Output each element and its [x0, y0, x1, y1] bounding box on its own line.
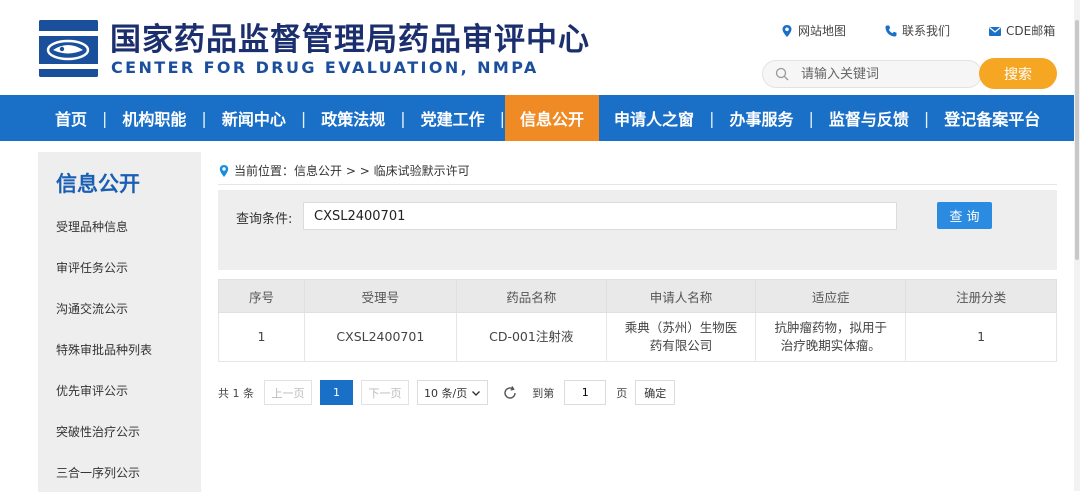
search-icon	[775, 67, 789, 81]
nav-item-registration[interactable]: 登记备案平台	[929, 95, 1055, 141]
sidebar-item-review-tasks[interactable]: 审评任务公示	[56, 259, 128, 276]
search-box	[762, 60, 982, 88]
query-button[interactable]: 查 询	[937, 202, 992, 229]
search-input[interactable]	[799, 64, 969, 84]
results-table: 序号 受理号 药品名称 申请人名称 适应症 注册分类 1 CXSL2400701…	[218, 279, 1057, 362]
sidebar-item-special-approval[interactable]: 特殊审批品种列表	[56, 341, 152, 358]
pagination: 共 1 条 上一页 1 下一页 10 条/页 到第 页 确定	[218, 380, 676, 405]
goto-page-input[interactable]	[564, 380, 607, 405]
cell-drug-name: CD-001注射液	[455, 312, 607, 362]
cell-indication: 抗肿瘤药物，拟用于治疗晚期实体瘤。	[755, 312, 907, 362]
total-count: 共 1 条	[218, 386, 254, 400]
table-header-row: 序号 受理号 药品名称 申请人名称 适应症 注册分类	[218, 279, 1057, 313]
refresh-icon[interactable]	[502, 385, 518, 401]
page-size-value: 10 条/页	[424, 386, 468, 400]
sidebar-title: 信息公开	[56, 172, 140, 196]
page-1-button[interactable]: 1	[320, 380, 353, 405]
cell-registration-class: 1	[905, 312, 1057, 362]
nav-item-party[interactable]: 党建工作	[406, 95, 500, 141]
sidebar-item-breakthrough[interactable]: 突破性治疗公示	[56, 423, 140, 440]
sitemap-label: 网站地图	[798, 24, 847, 38]
sidebar-item-three-in-one[interactable]: 三合一序列公示	[56, 464, 140, 481]
prev-page-button[interactable]: 上一页	[264, 380, 312, 405]
page-scrollbar[interactable]	[1074, 0, 1080, 491]
breadcrumb: 当前位置： 信息公开 > > 临床试验默示许可	[218, 162, 470, 179]
goto-confirm-button[interactable]: 确定	[635, 380, 676, 405]
col-header-applicant: 申请人名称	[605, 279, 757, 313]
phone-icon	[885, 25, 897, 36]
main-nav: 首页 | 机构职能 | 新闻中心 | 政策法规 | 党建工作 | 信息公开 申请…	[0, 95, 1080, 141]
scrollbar-thumb[interactable]	[1075, 20, 1079, 260]
nav-item-policy[interactable]: 政策法规	[306, 95, 400, 141]
page-size-select[interactable]: 10 条/页	[417, 380, 489, 405]
cell-acceptance-no: CXSL2400701	[303, 312, 457, 362]
mail-icon	[989, 26, 1002, 36]
site-subtitle: CENTER FOR DRUG EVALUATION, NMPA	[111, 58, 539, 77]
sidebar: 信息公开 受理品种信息 审评任务公示 沟通交流公示 特殊审批品种列表 优先审评公…	[38, 152, 201, 492]
breadcrumb-prefix: 当前位置：	[234, 164, 295, 178]
nav-item-news[interactable]: 新闻中心	[207, 95, 301, 141]
breadcrumb-path[interactable]: 信息公开 > > 临床试验默示许可	[294, 162, 470, 179]
site-title: 国家药品监督管理局药品审评中心	[110, 22, 590, 58]
cde-logo[interactable]	[39, 20, 98, 77]
sitemap-link[interactable]: 网站地图	[780, 22, 846, 39]
chevron-down-icon	[472, 390, 481, 396]
location-pin-icon	[782, 24, 792, 37]
cde-mail-link[interactable]: CDE邮箱	[988, 22, 1055, 39]
col-header-drug-name: 药品名称	[455, 279, 607, 313]
col-header-acceptance-no: 受理号	[303, 279, 457, 313]
sidebar-item-communication[interactable]: 沟通交流公示	[56, 300, 128, 317]
contact-label: 联系我们	[902, 24, 951, 38]
nav-item-info-disclosure[interactable]: 信息公开	[505, 95, 600, 141]
query-panel: 查询条件: 查 询	[218, 190, 1057, 270]
cell-index: 1	[218, 312, 305, 362]
nav-item-services[interactable]: 办事服务	[714, 95, 808, 141]
contact-link[interactable]: 联系我们	[884, 22, 950, 39]
nav-item-functions[interactable]: 机构职能	[107, 95, 201, 141]
cde-mail-label: CDE邮箱	[1006, 24, 1056, 38]
next-page-button[interactable]: 下一页	[361, 380, 409, 405]
cell-applicant: 乘典（苏州）生物医药有限公司	[605, 312, 757, 362]
col-header-indication: 适应症	[755, 279, 907, 313]
site-header: 国家药品监督管理局药品审评中心 CENTER FOR DRUG EVALUATI…	[0, 0, 1080, 95]
search-button[interactable]: 搜索	[979, 58, 1057, 89]
table-row[interactable]: 1 CXSL2400701 CD-001注射液 乘典（苏州）生物医药有限公司 抗…	[218, 312, 1057, 362]
page-unit-label: 页	[616, 386, 628, 400]
nav-item-home[interactable]: 首页	[40, 95, 102, 141]
sidebar-item-priority-review[interactable]: 优先审评公示	[56, 382, 128, 399]
nav-item-applicant[interactable]: 申请人之窗	[599, 95, 709, 141]
nav-item-supervision[interactable]: 监督与反馈	[814, 95, 924, 141]
sidebar-item-accepted-varieties[interactable]: 受理品种信息	[56, 218, 128, 235]
query-input[interactable]	[303, 202, 897, 230]
goto-label: 到第	[532, 386, 555, 400]
breadcrumb-divider	[218, 184, 1057, 185]
col-header-registration-class: 注册分类	[905, 279, 1057, 313]
location-pin-icon	[219, 164, 229, 177]
query-label: 查询条件:	[236, 212, 293, 227]
col-header-index: 序号	[218, 279, 305, 313]
top-links: 网站地图 联系我们 CDE邮箱	[780, 22, 1055, 39]
